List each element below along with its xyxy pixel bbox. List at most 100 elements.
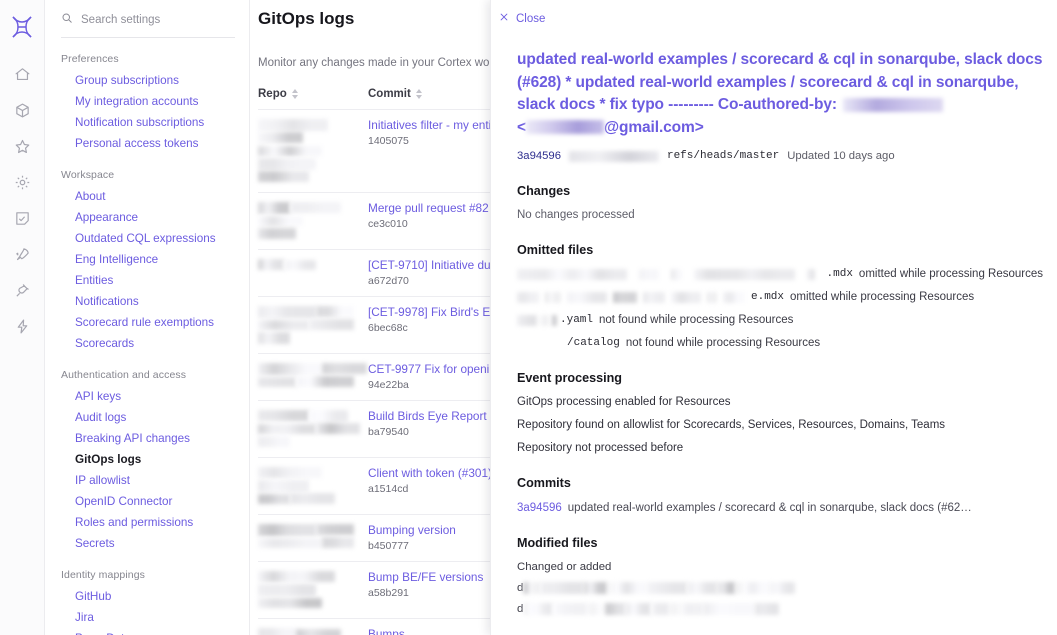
redacted-text xyxy=(258,145,322,156)
sidebar-item-personal-access-tokens[interactable]: Personal access tokens xyxy=(61,133,235,154)
redacted-text xyxy=(643,291,665,303)
redacted-text xyxy=(258,628,297,635)
redacted-text xyxy=(258,583,316,596)
redacted-text xyxy=(258,523,316,536)
sidebar-item-ip-allowlist[interactable]: IP allowlist xyxy=(61,470,235,491)
close-label: Close xyxy=(516,12,546,25)
redacted-text xyxy=(553,603,588,615)
settings-sidebar: Preferences Group subscriptionsMy integra… xyxy=(45,0,250,635)
rocket-icon[interactable] xyxy=(5,236,39,272)
settings-nav-groups: Preferences Group subscriptions My integra… xyxy=(61,53,235,635)
omitted-file-row: /catalog not found while processing Resou… xyxy=(517,337,1043,349)
redacted-text xyxy=(625,603,652,615)
redacted-text xyxy=(258,410,310,422)
redacted-text xyxy=(315,524,354,536)
omitted-file-status: not found while processing Resources xyxy=(599,314,794,326)
sidebar-item-pagerduty[interactable]: PagerDuty xyxy=(61,628,235,635)
cube-icon[interactable] xyxy=(5,92,39,128)
redacted-text xyxy=(258,228,297,240)
sidebar-item-notification-subscriptions[interactable]: Notification subscriptions xyxy=(61,112,235,133)
redacted-text xyxy=(651,603,670,615)
redacted-text xyxy=(258,132,303,144)
star-icon[interactable] xyxy=(5,128,39,164)
close-button[interactable]: Close xyxy=(499,12,545,25)
panel-commit-sha-link[interactable]: 3a94596 xyxy=(517,502,562,514)
sidebar-item-audit-logs[interactable]: Audit logs xyxy=(61,407,235,428)
redacted-text xyxy=(523,582,532,594)
redacted-text xyxy=(707,291,717,303)
redacted-text xyxy=(567,291,607,303)
search-input[interactable] xyxy=(81,13,231,26)
sidebar-item-github[interactable]: GitHub xyxy=(61,586,235,607)
column-header-repo-label: Repo xyxy=(258,88,287,100)
nav-group-label: Workspace xyxy=(61,169,115,181)
commit-ref: refs/heads/master xyxy=(666,150,780,162)
redacted-text xyxy=(258,201,290,214)
close-icon xyxy=(499,12,509,25)
changes-empty-text: No changes processed xyxy=(517,209,635,221)
redacted-text xyxy=(517,291,539,303)
modified-file-row: d xyxy=(517,582,1043,594)
home-icon[interactable] xyxy=(5,56,39,92)
sidebar-item-notifications[interactable]: Notifications xyxy=(61,291,235,312)
gear-icon[interactable] xyxy=(5,164,39,200)
redacted-text xyxy=(517,314,537,326)
scorecard-icon[interactable] xyxy=(5,200,39,236)
sidebar-item-api-keys[interactable]: API keys xyxy=(61,386,235,407)
redacted-text xyxy=(258,215,303,226)
sidebar-item-appearance[interactable]: Appearance xyxy=(61,207,235,228)
omitted-file-status: omitted while processing Resources xyxy=(790,291,975,303)
redacted-text xyxy=(322,537,354,549)
panel-title: updated real-world examples / scorecard … xyxy=(517,49,1043,139)
nav-group-label: Identity mappings xyxy=(61,569,145,581)
redacted-text xyxy=(309,319,354,331)
commit-sha[interactable]: 3a94596 xyxy=(517,150,561,162)
author-name-redacted xyxy=(843,97,944,112)
redacted-text xyxy=(258,597,322,608)
sidebar-item-scorecard-rule-exemptions[interactable]: Scorecard rule exemptions xyxy=(61,312,235,333)
redacted-text xyxy=(296,628,342,635)
cell-repo xyxy=(258,296,368,354)
sort-icon-repo[interactable] xyxy=(291,89,298,99)
sort-icon-commit[interactable] xyxy=(415,89,422,99)
plug-icon[interactable] xyxy=(5,272,39,308)
app-root: Preferences Group subscriptionsMy integra… xyxy=(0,0,1057,635)
redacted-text xyxy=(309,409,348,422)
redacted-text xyxy=(617,582,648,594)
sidebar-item-my-integration-accounts[interactable]: My integration accounts xyxy=(61,91,235,112)
sidebar-item-entities[interactable]: Entities xyxy=(61,270,235,291)
panel-commit-row: 3a94596 updated real-world examples / sco… xyxy=(517,502,1043,514)
redacted-text xyxy=(258,479,310,492)
redacted-text xyxy=(735,582,746,594)
redacted-text xyxy=(541,582,584,594)
sidebar-item-scorecards[interactable]: Scorecards xyxy=(61,333,235,354)
sidebar-item-outdated-cql-expressions[interactable]: Outdated CQL expressions xyxy=(61,228,235,249)
sidebar-item-openid-connector[interactable]: OpenID Connector xyxy=(61,491,235,512)
modified-file-row: d xyxy=(517,603,1043,615)
sidebar-item-jira[interactable]: Jira xyxy=(61,607,235,628)
redacted-text xyxy=(587,603,606,615)
omitted-file-row: e.mdx omitted while processing Resources xyxy=(517,291,1043,303)
author-meta-redacted xyxy=(568,150,659,162)
search-settings-row[interactable] xyxy=(61,4,235,38)
cortex-logo[interactable] xyxy=(5,10,39,44)
redacted-text xyxy=(517,268,628,280)
column-header-repo[interactable]: Repo xyxy=(258,88,368,110)
cell-repo xyxy=(258,249,368,297)
cell-repo xyxy=(258,109,368,193)
sidebar-item-secrets[interactable]: Secrets xyxy=(61,533,235,554)
redacted-text xyxy=(647,582,688,594)
bolt-icon[interactable] xyxy=(5,308,39,344)
sidebar-item-group-subscriptions[interactable]: Group subscriptions xyxy=(61,70,235,91)
sidebar-item-about[interactable]: About xyxy=(61,186,235,207)
sidebar-item-breaking-api-changes[interactable]: Breaking API changes xyxy=(61,428,235,449)
sidebar-item-gitops-logs[interactable]: GitOps logs xyxy=(61,449,235,470)
redacted-text xyxy=(671,268,683,280)
redacted-text xyxy=(322,363,367,375)
redacted-text xyxy=(545,291,561,303)
redacted-text xyxy=(613,291,637,303)
sidebar-item-roles-and-permissions[interactable]: Roles and permissions xyxy=(61,512,235,533)
commits-heading: Commits xyxy=(517,476,571,490)
redacted-text xyxy=(258,436,290,448)
sidebar-item-eng-intelligence[interactable]: Eng Intelligence xyxy=(61,249,235,270)
